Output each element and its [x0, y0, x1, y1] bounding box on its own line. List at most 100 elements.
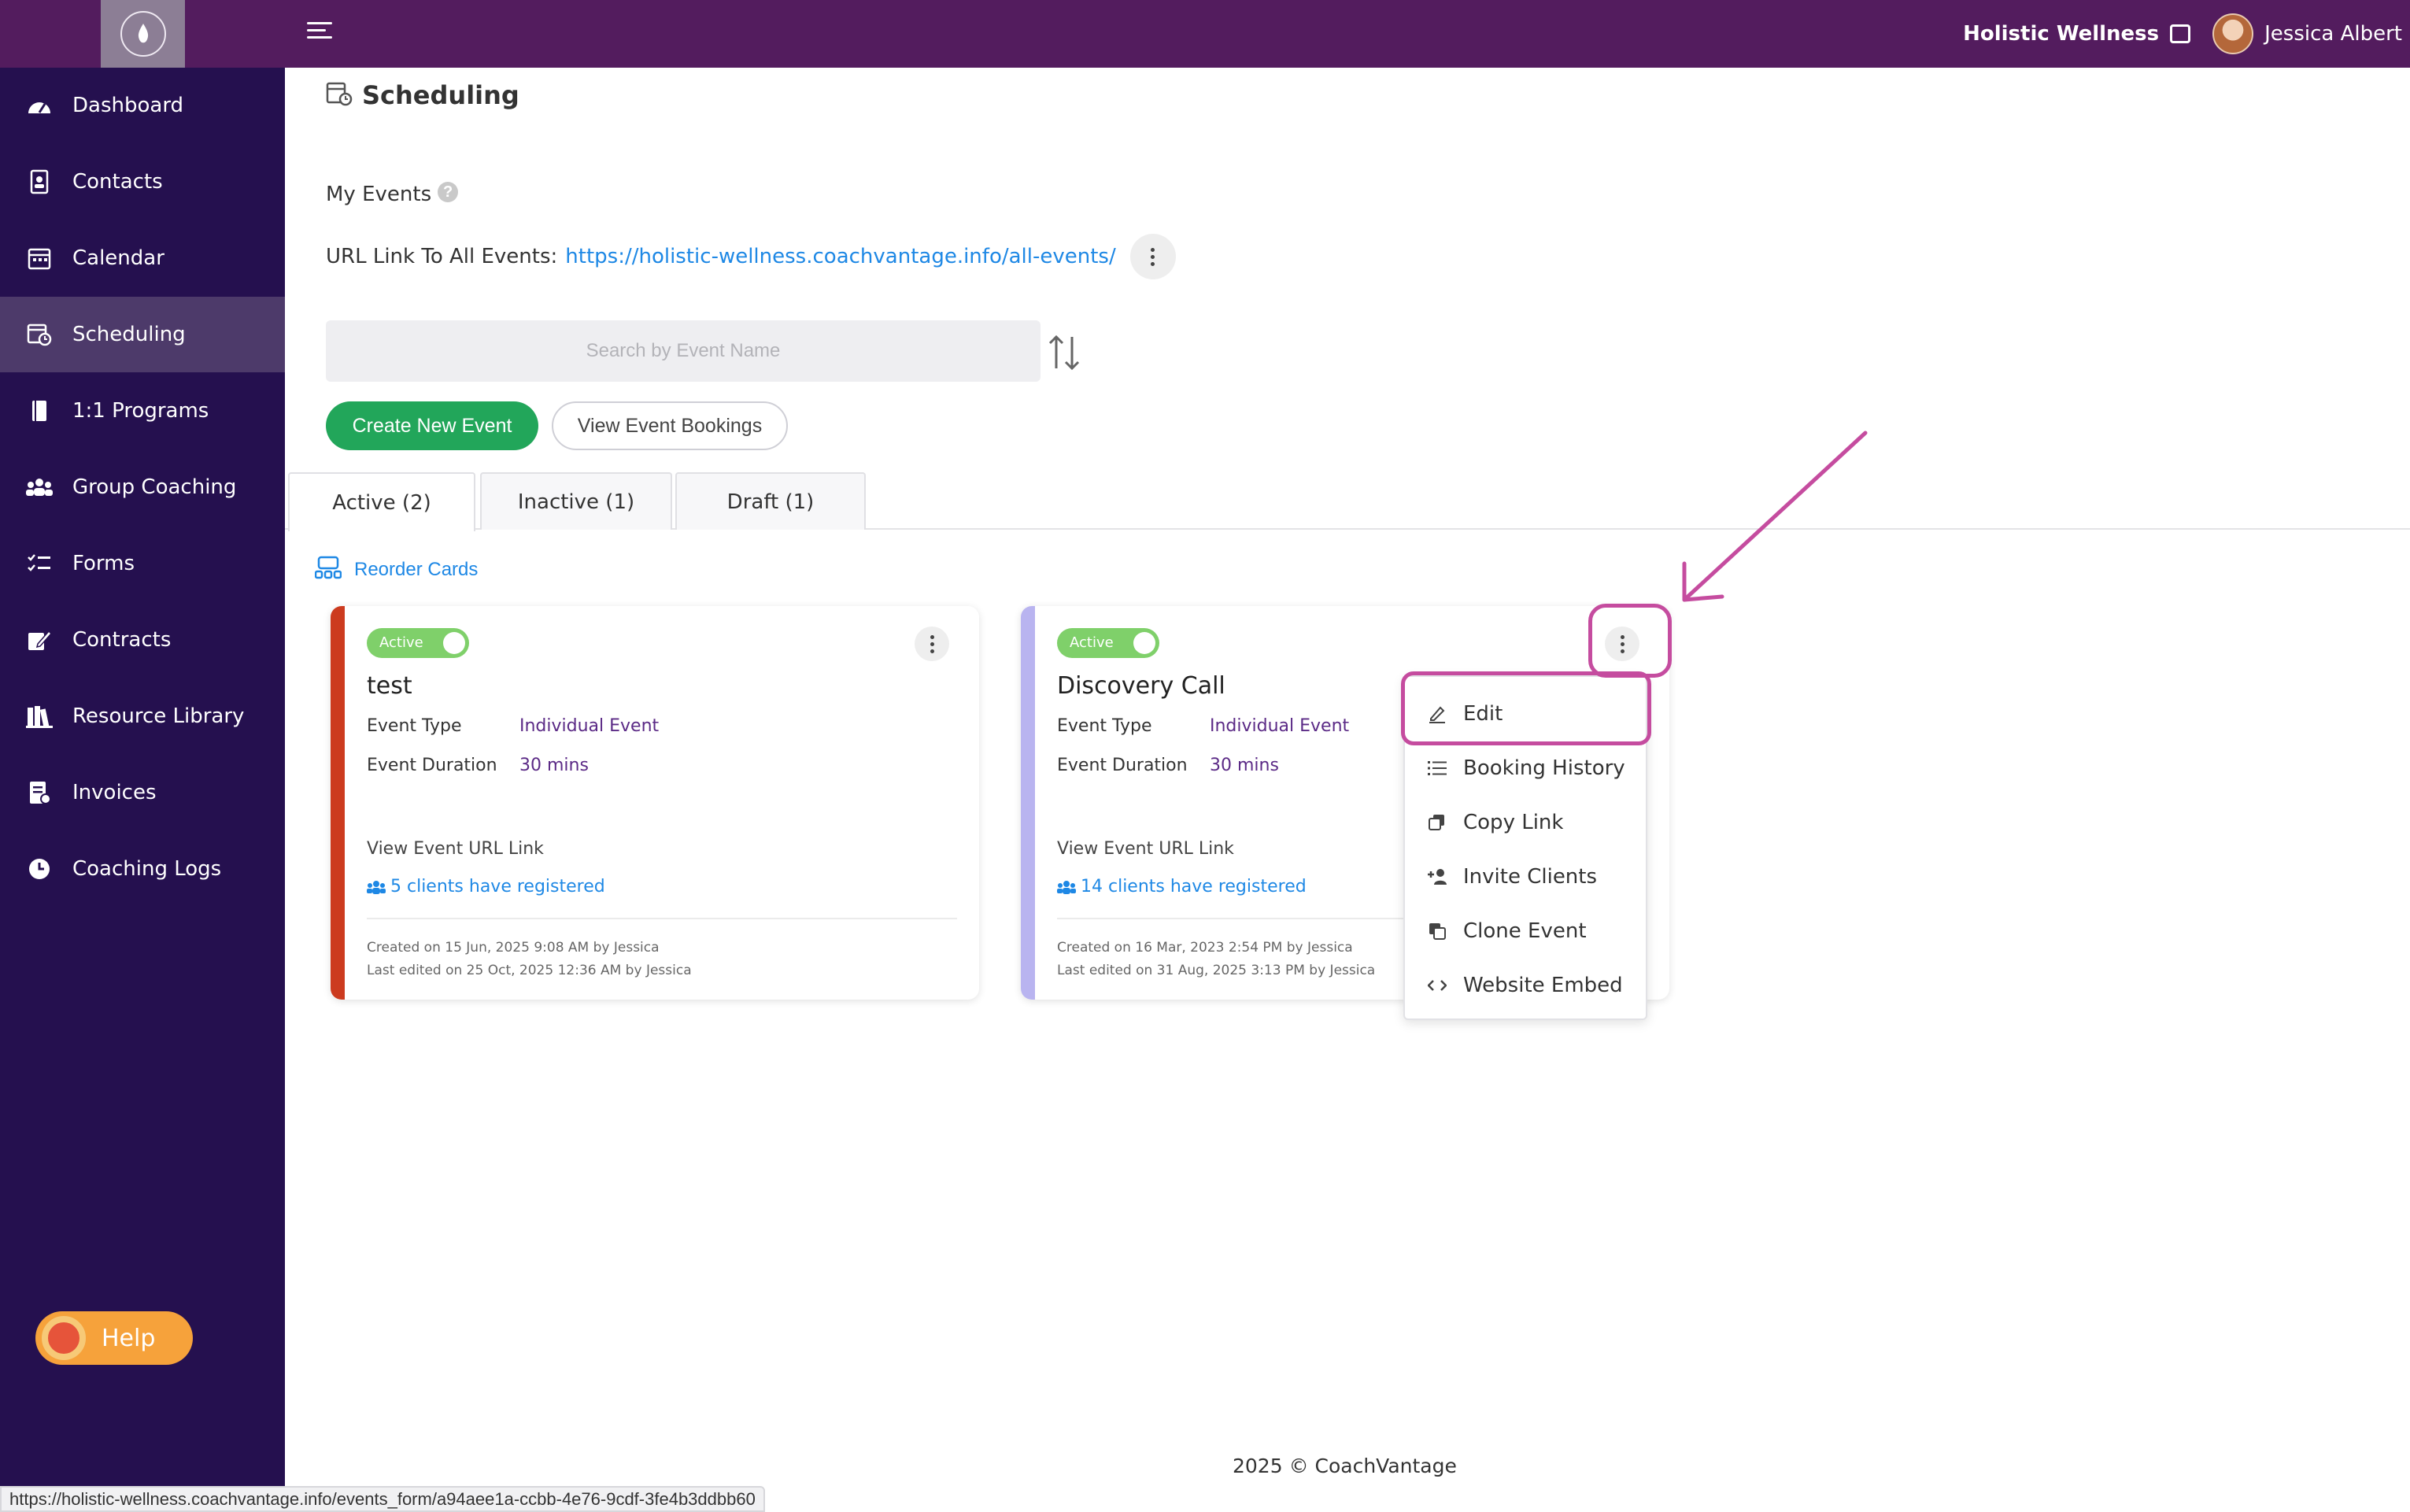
menu-item-copy-link[interactable]: Copy Link	[1405, 797, 1649, 848]
scheduling-icon	[25, 320, 54, 349]
users-icon	[1057, 880, 1076, 894]
registered-clients-link[interactable]: 14 clients have registered	[1057, 877, 1307, 896]
menu-item-label: Booking History	[1463, 756, 1625, 780]
top-bar: Holistic Wellness Jessica Albert	[0, 0, 2410, 68]
organization-name[interactable]: Holistic Wellness	[1963, 22, 2159, 46]
sidebar-item-label: Resource Library	[72, 704, 245, 728]
annotation-highlight-options	[1588, 604, 1672, 678]
avatar[interactable]	[2212, 13, 2254, 54]
my-events-label: My Events	[326, 183, 432, 206]
view-event-bookings-button[interactable]: View Event Bookings	[552, 401, 788, 450]
scheduling-icon	[326, 81, 353, 110]
sidebar-item-label: Forms	[72, 552, 135, 575]
sidebar: Dashboard Contacts Calendar Scheduling 1…	[0, 68, 285, 1512]
menu-item-booking-history[interactable]: Booking History	[1405, 742, 1649, 794]
registered-count: 14 clients have registered	[1081, 877, 1307, 896]
library-icon	[25, 702, 54, 730]
copy-icon	[1427, 812, 1447, 833]
card-accent-bar	[331, 606, 345, 1000]
toggle-knob	[1133, 632, 1155, 654]
event-card-test[interactable]: Active test Event Type Individual Event …	[331, 606, 979, 1000]
logo-mark-icon	[120, 11, 166, 57]
calendar-icon	[25, 244, 54, 272]
url-options-button[interactable]	[1129, 234, 1176, 279]
card-accent-bar	[1021, 606, 1035, 1000]
view-event-url-link[interactable]: View Event URL Link	[367, 839, 544, 859]
menu-item-label: Website Embed	[1463, 974, 1623, 997]
help-question-icon[interactable]: ?	[438, 182, 459, 202]
sidebar-item-label: Contacts	[72, 170, 163, 194]
invoice-icon	[25, 778, 54, 807]
user-name[interactable]: Jessica Albert	[2264, 22, 2402, 46]
sidebar-item-resource-library[interactable]: Resource Library	[0, 678, 285, 754]
footer-copyright: 2025 © CoachVantage	[1233, 1455, 1457, 1477]
reorder-cards-label: Reorder Cards	[354, 558, 479, 580]
group-icon	[25, 473, 54, 501]
book-icon	[25, 397, 54, 425]
create-new-event-button[interactable]: Create New Event	[326, 401, 538, 450]
my-events-heading: My Events ?	[326, 182, 459, 206]
sidebar-item-forms[interactable]: Forms	[0, 526, 285, 601]
menu-item-clone-event[interactable]: Clone Event	[1405, 905, 1649, 957]
all-events-url-row: URL Link To All Events: https://holistic…	[326, 233, 1176, 280]
sidebar-item-dashboard[interactable]: Dashboard	[0, 68, 285, 143]
event-duration-value: 30 mins	[1210, 756, 1279, 775]
tab-draft[interactable]: Draft (1)	[675, 472, 866, 530]
status-toggle[interactable]: Active	[367, 628, 469, 658]
sidebar-item-contracts[interactable]: Contracts	[0, 602, 285, 678]
search-input[interactable]	[326, 320, 1041, 382]
sidebar-item-programs[interactable]: 1:1 Programs	[0, 373, 285, 449]
card-divider	[367, 918, 957, 919]
menu-item-label: Invite Clients	[1463, 865, 1598, 889]
page-title: Scheduling	[362, 80, 519, 110]
sidebar-item-label: Calendar	[72, 246, 164, 270]
status-label: Active	[379, 634, 423, 651]
sidebar-item-group-coaching[interactable]: Group Coaching	[0, 449, 285, 525]
sidebar-item-label: Group Coaching	[72, 475, 237, 499]
menu-toggle-icon[interactable]	[307, 22, 332, 46]
tab-inactive[interactable]: Inactive (1)	[480, 472, 672, 530]
sidebar-item-contacts[interactable]: Contacts	[0, 144, 285, 220]
forms-icon	[25, 549, 54, 578]
url-label: URL Link To All Events:	[326, 245, 558, 268]
sidebar-item-label: Scheduling	[72, 323, 186, 346]
event-duration-label: Event Duration	[367, 756, 497, 775]
menu-item-website-embed[interactable]: Website Embed	[1405, 959, 1649, 1011]
tab-active[interactable]: Active (2)	[288, 472, 475, 531]
kebab-icon	[930, 634, 934, 655]
status-label: Active	[1070, 634, 1114, 651]
sidebar-item-label: Invoices	[72, 781, 157, 804]
registered-count: 5 clients have registered	[390, 877, 605, 896]
account-area: Holistic Wellness Jessica Albert	[1963, 0, 2402, 68]
status-toggle[interactable]: Active	[1057, 628, 1159, 658]
sidebar-item-label: Coaching Logs	[72, 857, 222, 881]
sidebar-item-label: Dashboard	[72, 94, 184, 117]
user-plus-icon	[1427, 867, 1447, 887]
sidebar-item-coaching-logs[interactable]: Coaching Logs	[0, 831, 285, 907]
registered-clients-link[interactable]: 5 clients have registered	[367, 877, 605, 896]
edited-info: Last edited on 31 Aug, 2025 3:13 PM by J…	[1057, 963, 1376, 978]
sort-icon[interactable]	[1047, 334, 1081, 372]
menu-item-label: Clone Event	[1463, 919, 1587, 943]
clock-icon	[25, 855, 54, 883]
contacts-icon	[25, 168, 54, 196]
dashboard-icon	[25, 91, 54, 120]
event-type-label: Event Type	[1057, 716, 1152, 736]
sidebar-item-label: Contracts	[72, 628, 172, 652]
help-button[interactable]: Help	[35, 1311, 193, 1365]
sidebar-item-calendar[interactable]: Calendar	[0, 220, 285, 296]
sidebar-item-invoices[interactable]: Invoices	[0, 755, 285, 830]
menu-item-invite-clients[interactable]: Invite Clients	[1405, 851, 1649, 903]
app-logo[interactable]	[101, 0, 185, 68]
card-options-button[interactable]	[915, 627, 949, 661]
event-duration-value: 30 mins	[519, 756, 589, 775]
view-event-url-link[interactable]: View Event URL Link	[1057, 839, 1234, 859]
reorder-cards-button[interactable]: Reorder Cards	[314, 556, 479, 583]
created-info: Created on 16 Mar, 2023 2:54 PM by Jessi…	[1057, 940, 1353, 956]
briefcase-icon[interactable]	[2170, 24, 2191, 43]
annotation-arrow-icon	[1682, 431, 1868, 602]
all-events-link[interactable]: https://holistic-wellness.coachvantage.i…	[565, 245, 1115, 268]
annotation-highlight-edit	[1401, 671, 1651, 745]
event-type-value: Individual Event	[519, 716, 660, 736]
sidebar-item-scheduling[interactable]: Scheduling	[0, 297, 285, 372]
